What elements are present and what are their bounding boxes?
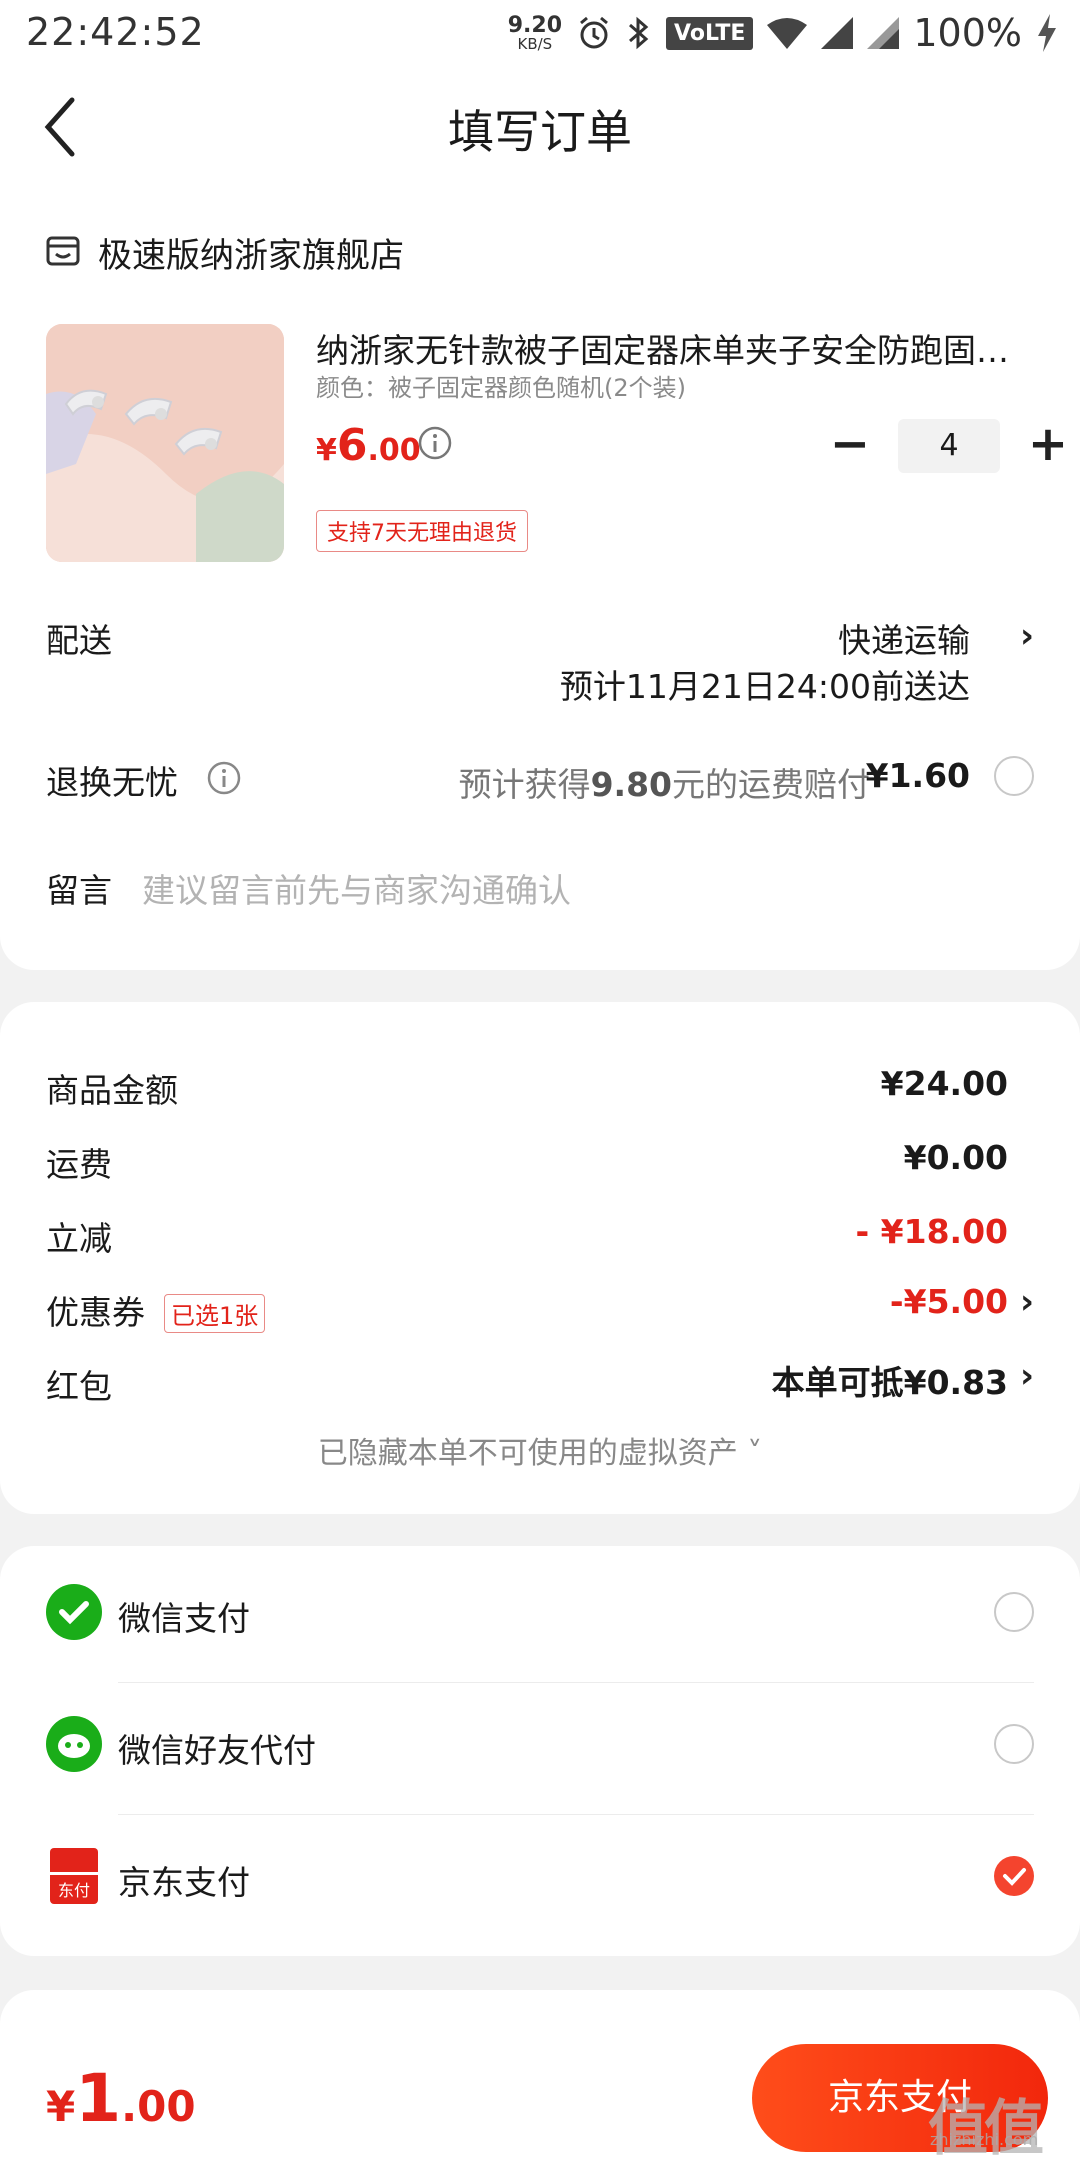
signal-icon <box>821 17 854 49</box>
discount-label: 立减 <box>46 1219 112 1258</box>
redpacket-label: 红包 <box>46 1367 112 1406</box>
shop-header[interactable]: 极速版纳浙家旗舰店 <box>46 228 404 277</box>
payment-label: 京东支付 <box>118 1863 250 1902</box>
payment-option-wechat[interactable]: 微信支付 <box>0 1546 1080 1678</box>
check-icon <box>1003 1868 1026 1886</box>
network-speed: 9.20 KB/S <box>507 12 562 53</box>
goods-amount-value: ¥24.00 <box>880 1064 1008 1103</box>
signal-2-icon <box>867 17 900 49</box>
freight-value: ¥0.00 <box>903 1138 1008 1177</box>
nav-bar: 填写订单 <box>0 66 1080 190</box>
insurance-label: 退换无忧 <box>46 763 178 802</box>
wifi-icon <box>767 17 808 49</box>
message-input[interactable]: 建议留言前先与商家沟通确认 <box>142 864 571 912</box>
insurance-info-icon[interactable] <box>206 760 242 800</box>
battery-percent: 100% <box>913 11 1022 55</box>
redpacket-chevron-icon[interactable]: › <box>1020 1356 1034 1396</box>
charging-icon <box>1036 14 1058 52</box>
insurance-radio[interactable] <box>994 756 1034 796</box>
insurance-price: ¥1.60 <box>865 756 970 795</box>
checkout-bar: ¥1.00 京东支付 <box>0 1990 1080 2160</box>
hidden-assets-toggle[interactable]: 已隐藏本单不可使用的虚拟资产 ˅ <box>0 1428 1080 1472</box>
delivery-eta: 预计11月21日24:00前送达 <box>559 667 970 706</box>
product-spec: 颜色：被子固定器颜色随机(2个装) <box>316 374 686 402</box>
status-time: 22:42:52 <box>26 10 205 54</box>
quantity-stepper: − 4 + <box>820 416 1078 476</box>
total-price: ¥1.00 <box>46 2060 196 2137</box>
wechat-friend-pay-icon <box>46 1716 102 1772</box>
alarm-icon <box>576 15 612 51</box>
bluetooth-icon <box>626 15 652 51</box>
payment-option-wechat-friend[interactable]: 微信好友代付 <box>0 1678 1080 1810</box>
order-card: 极速版纳浙家旗舰店 纳浙家无针款被子固定器床单夹子安全防跑固… 颜色：被子固定器… <box>0 190 1080 970</box>
status-bar: 22:42:52 9.20 KB/S VoLTE 100% <box>0 0 1080 66</box>
shop-name: 极速版纳浙家旗舰店 <box>98 236 404 276</box>
delivery-chevron-icon[interactable]: › <box>1020 616 1034 656</box>
coupon-label: 优惠券 <box>46 1293 145 1332</box>
payment-methods-card: 微信支付 微信好友代付 东付 京东支付 <box>0 1546 1080 1956</box>
wechat-friend-pay-radio[interactable] <box>994 1724 1034 1764</box>
discount-value: - ¥18.00 <box>855 1212 1008 1251</box>
volte-badge: VoLTE <box>666 16 754 50</box>
message-label: 留言 <box>46 871 112 910</box>
wechat-pay-radio[interactable] <box>994 1592 1034 1632</box>
freight-label: 运费 <box>46 1145 112 1184</box>
product-title[interactable]: 纳浙家无针款被子固定器床单夹子安全防跑固… <box>316 324 1036 372</box>
svg-text:东付: 东付 <box>58 1881 90 1900</box>
payment-label: 微信支付 <box>118 1599 250 1638</box>
product-image[interactable] <box>46 324 284 562</box>
product-price: ¥6.00 <box>316 420 421 471</box>
status-icons: 9.20 KB/S VoLTE 100% <box>508 8 1058 58</box>
quantity-plus-button[interactable]: + <box>1018 416 1078 476</box>
insurance-description: 预计获得9.80元的运费赔付 <box>458 765 870 804</box>
payment-label: 微信好友代付 <box>118 1731 316 1770</box>
coupon-selected-tag: 已选1张 <box>164 1294 266 1333</box>
watermark-url: zhizhizhi.com <box>930 2130 1039 2149</box>
wechat-pay-icon <box>46 1584 102 1640</box>
shop-icon <box>46 234 80 272</box>
coupon-chevron-icon[interactable]: › <box>1020 1282 1034 1322</box>
price-info-icon[interactable] <box>418 426 452 464</box>
delivery-method[interactable]: 快递运输 <box>838 614 970 662</box>
delivery-label: 配送 <box>46 621 112 660</box>
jd-pay-radio-checked[interactable] <box>994 1856 1034 1896</box>
coupon-value[interactable]: -¥5.00 <box>890 1282 1008 1321</box>
quantity-minus-button[interactable]: − <box>820 416 880 476</box>
jd-pay-icon: 东付 <box>46 1848 102 1904</box>
payment-option-jd[interactable]: 东付 京东支付 <box>0 1810 1080 1942</box>
quantity-value[interactable]: 4 <box>898 419 1000 473</box>
return-policy-tag: 支持7天无理由退货 <box>316 510 528 552</box>
redpacket-value[interactable]: 本单可抵¥0.83 <box>772 1356 1008 1404</box>
page-title: 填写订单 <box>448 105 632 159</box>
goods-amount-label: 商品金额 <box>46 1071 178 1110</box>
price-summary-card: 商品金额 ¥24.00 运费 ¥0.00 立减 - ¥18.00 优惠券 已选1… <box>0 1002 1080 1514</box>
